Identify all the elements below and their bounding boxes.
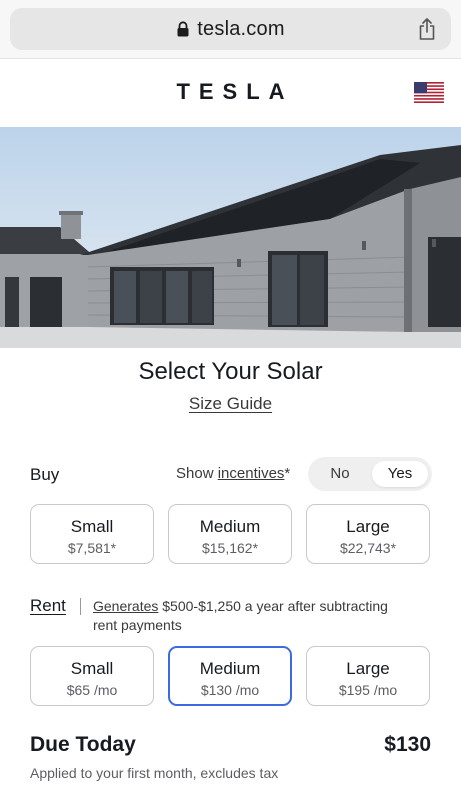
rent-link[interactable]: Rent	[30, 596, 66, 616]
page-title: Select Your Solar	[138, 358, 323, 385]
due-today-note: Applied to your first month, excludes ta…	[30, 765, 279, 781]
incentives-link[interactable]: incentives	[218, 465, 285, 482]
share-icon[interactable]	[417, 17, 437, 41]
option-price: $195 /mo	[338, 682, 398, 698]
option-price: $7,581*	[67, 540, 117, 556]
option-name: Medium	[199, 517, 261, 536]
option-price: $22,743*	[339, 540, 397, 556]
show-label: Show	[176, 465, 214, 482]
rent-divider	[80, 598, 81, 615]
us-flag-icon[interactable]	[414, 82, 444, 103]
option-name: Medium	[199, 659, 261, 678]
option-price: $65 /mo	[66, 682, 118, 698]
buy-option-small[interactable]: Small $7,581*	[30, 504, 154, 564]
incentives-toggle[interactable]: No Yes	[308, 457, 432, 491]
due-today-amount: $130	[384, 733, 431, 756]
incentives-asterisk: *	[284, 465, 291, 482]
solar-roof-house-image	[0, 127, 461, 348]
rent-option-large[interactable]: Large $195 /mo	[306, 646, 430, 706]
url-text: tesla.com	[197, 17, 285, 40]
lock-icon	[177, 21, 189, 37]
option-name: Small	[70, 517, 114, 536]
generates-link[interactable]: Generates	[93, 598, 158, 614]
tesla-logo[interactable]: TESLA	[0, 79, 461, 105]
size-guide-link[interactable]: Size Guide	[0, 394, 461, 414]
rent-option-small[interactable]: Small $65 /mo	[30, 646, 154, 706]
toggle-no-option[interactable]: No	[312, 461, 368, 487]
show-incentives-text: Show incentives*	[176, 465, 290, 482]
option-name: Large	[346, 659, 390, 678]
due-today-label: Due Today	[30, 733, 136, 756]
site-header: TESLA	[0, 59, 461, 127]
option-price: $130 /mo	[200, 682, 260, 698]
toggle-yes-option[interactable]: Yes	[372, 461, 428, 487]
rent-option-medium[interactable]: Medium $130 /mo	[168, 646, 292, 706]
browser-toolbar: tesla.com	[0, 0, 461, 59]
buy-label: Buy	[30, 465, 60, 484]
option-name: Large	[346, 517, 390, 536]
option-price: $15,162*	[201, 540, 259, 556]
option-name: Small	[70, 659, 114, 678]
address-bar[interactable]: tesla.com	[10, 8, 451, 50]
buy-option-large[interactable]: Large $22,743*	[306, 504, 430, 564]
rent-description: Generates $500-$1,250 a year after subtr…	[93, 597, 393, 635]
buy-option-medium[interactable]: Medium $15,162*	[168, 504, 292, 564]
